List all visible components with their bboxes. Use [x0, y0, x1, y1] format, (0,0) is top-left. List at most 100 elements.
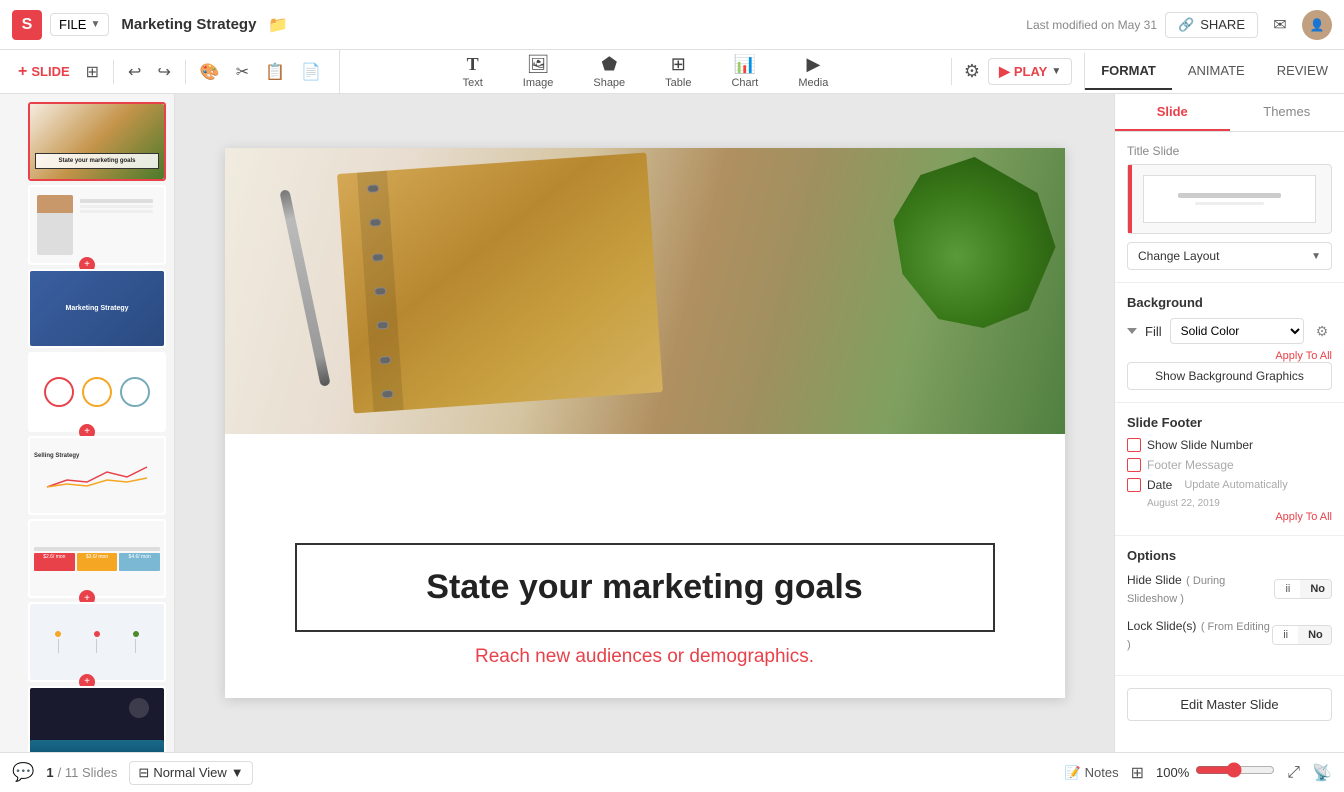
- change-layout-button[interactable]: Change Layout ▼: [1127, 242, 1332, 270]
- redo-button[interactable]: ↪: [151, 58, 176, 86]
- slide-thumb-1[interactable]: State your marketing goals: [28, 102, 166, 181]
- toolbar-center: T Text 🖼 Image ⬟ Shape ⊞ Table 📊 Chart ▶…: [340, 50, 951, 93]
- background-apply-all[interactable]: Apply To All: [1127, 350, 1332, 362]
- change-layout-text: Change Layout: [1138, 249, 1219, 263]
- rp-tab-slide[interactable]: Slide: [1115, 94, 1230, 131]
- animate-tab[interactable]: ANIMATE: [1172, 53, 1261, 90]
- slide-thumb-inner-2: [30, 187, 164, 262]
- lock-slide-ii-btn[interactable]: ii: [1273, 626, 1298, 644]
- play-button[interactable]: ▶ PLAY ▼: [988, 58, 1072, 85]
- format-button[interactable]: 🎨: [194, 58, 226, 86]
- shape-label: Shape: [593, 77, 625, 89]
- lock-slide-row: Lock Slide(s) ( From Editing ) ii No: [1127, 617, 1332, 653]
- notes-button[interactable]: 📝 Notes: [1064, 765, 1118, 781]
- app-logo: S: [12, 10, 42, 40]
- chart-tool[interactable]: 📊 Chart: [723, 50, 766, 93]
- table-label: Table: [665, 77, 691, 89]
- slide-footer-section: Slide Footer Show Slide Number Footer Me…: [1115, 403, 1344, 536]
- share-label: SHARE: [1200, 17, 1245, 32]
- view-label: Normal View: [153, 765, 226, 780]
- slide-wrapper-2: 2 +: [8, 185, 166, 264]
- show-slide-number-checkbox[interactable]: [1127, 438, 1141, 452]
- view-selector[interactable]: ⊟ Normal View ▼: [129, 761, 252, 785]
- undo-button[interactable]: ↩: [122, 58, 147, 86]
- slides-grid-icon[interactable]: ⊞: [1131, 763, 1144, 783]
- shape-icon: ⬟: [601, 54, 617, 75]
- zoom-level: 100%: [1156, 765, 1189, 780]
- comment-icon[interactable]: 💬: [12, 762, 34, 783]
- divider: [113, 60, 114, 84]
- slide-wrapper-4: 4 +: [8, 352, 166, 431]
- slide-main-title: State your marketing goals: [347, 567, 943, 608]
- image-tool[interactable]: 🖼 Image: [515, 50, 562, 93]
- bottom-bar: 💬 1 / 11 Slides ⊟ Normal View ▼ 📝 Notes …: [0, 752, 1344, 792]
- file-label: FILE: [59, 17, 86, 32]
- last-modified: Last modified on May 31: [1026, 18, 1157, 32]
- slide-thumb-6[interactable]: $2.6/ mon $3.6/ mon $4.6/ mon: [28, 519, 166, 598]
- slide-wrapper-1: 1 State your marketing goals: [8, 102, 166, 181]
- zoom-area: 100%: [1156, 762, 1275, 783]
- file-menu[interactable]: FILE ▼: [50, 13, 109, 36]
- slide-wrapper-3: 3 Marketing Strategy: [8, 269, 166, 348]
- main-area: 1 State your marketing goals 2: [0, 94, 1344, 752]
- date-checkbox[interactable]: [1127, 478, 1141, 492]
- hide-slide-no-btn[interactable]: No: [1300, 580, 1332, 598]
- fill-select[interactable]: Solid Color: [1170, 318, 1304, 344]
- slide-thumb-7[interactable]: [28, 602, 166, 681]
- rp-tab-themes[interactable]: Themes: [1230, 94, 1344, 131]
- slide-thumb-3[interactable]: Marketing Strategy: [28, 269, 166, 348]
- rp-tabs: Slide Themes: [1115, 94, 1344, 132]
- options-section: Options Hide Slide ( During Slideshow ) …: [1115, 536, 1344, 676]
- review-tab[interactable]: REVIEW: [1261, 53, 1344, 90]
- slide-thumb-2[interactable]: [28, 185, 166, 264]
- fit-icon[interactable]: ⤢: [1287, 764, 1300, 782]
- layout-section: Title Slide Change Layout ▼: [1115, 132, 1344, 283]
- text-label: Text: [463, 77, 483, 89]
- shape-tool[interactable]: ⬟ Shape: [585, 50, 633, 93]
- format-tab[interactable]: FORMAT: [1085, 53, 1172, 90]
- layout-icon-button[interactable]: ⊞: [80, 58, 105, 86]
- background-header: Background: [1127, 295, 1332, 310]
- avatar[interactable]: 👤: [1302, 10, 1332, 40]
- toolbar-left: + SLIDE ⊞ ↩ ↪ 🎨 ✂ 📋 📄: [0, 50, 340, 93]
- options-header: Options: [1127, 548, 1332, 563]
- settings-icon[interactable]: ⚙: [964, 61, 980, 82]
- slide-thumb-5[interactable]: Selling Strategy: [28, 436, 166, 515]
- footer-apply-all[interactable]: Apply To All: [1127, 511, 1332, 523]
- show-background-button[interactable]: Show Background Graphics: [1127, 362, 1332, 390]
- edit-master-button[interactable]: Edit Master Slide: [1127, 688, 1332, 721]
- title-slide-label: Title Slide: [1127, 144, 1179, 158]
- text-icon: T: [467, 54, 479, 75]
- cut-button[interactable]: ✂: [230, 58, 255, 86]
- paste-button[interactable]: 📄: [295, 58, 327, 86]
- share-button[interactable]: 🔗 SHARE: [1165, 12, 1258, 38]
- date-row: Date Update Automatically: [1127, 478, 1332, 492]
- media-tool[interactable]: ▶ Media: [790, 50, 836, 93]
- slide-footer-header: Slide Footer: [1127, 415, 1332, 430]
- slide-thumb-4[interactable]: [28, 352, 166, 431]
- fill-collapse-icon[interactable]: [1127, 328, 1137, 334]
- zoom-slider[interactable]: [1195, 762, 1275, 778]
- slide-canvas[interactable]: State your marketing goals Reach new aud…: [225, 148, 1065, 698]
- canvas-area: State your marketing goals Reach new aud…: [175, 94, 1114, 752]
- share-icon: 🔗: [1178, 17, 1194, 33]
- footer-message-checkbox[interactable]: [1127, 458, 1141, 472]
- notes-label: Notes: [1085, 765, 1119, 780]
- slide-thumb-8[interactable]: [28, 686, 166, 752]
- broadcast-icon[interactable]: 📡: [1312, 763, 1332, 783]
- hide-slide-label: Hide Slide: [1127, 573, 1182, 587]
- slide-panel: 1 State your marketing goals 2: [0, 94, 175, 752]
- lock-slide-no-btn[interactable]: No: [1298, 626, 1332, 644]
- text-tool[interactable]: T Text: [455, 50, 491, 93]
- page-total: / 11 Slides: [58, 765, 118, 780]
- fill-gear-icon[interactable]: ⚙: [1312, 321, 1332, 341]
- slide-wrapper-7: 7: [8, 602, 166, 681]
- right-panel: Slide Themes Title Slide Change Layout ▼: [1114, 94, 1344, 752]
- hide-slide-ii-btn[interactable]: ii: [1275, 580, 1300, 598]
- page-indicator: 1 / 11 Slides: [46, 765, 117, 780]
- add-slide-button[interactable]: + SLIDE: [12, 59, 76, 85]
- hide-slide-toggle: ii No: [1274, 579, 1332, 599]
- notification-icon[interactable]: ✉: [1266, 11, 1294, 39]
- copy-button[interactable]: 📋: [259, 58, 291, 86]
- table-tool[interactable]: ⊞ Table: [657, 50, 699, 93]
